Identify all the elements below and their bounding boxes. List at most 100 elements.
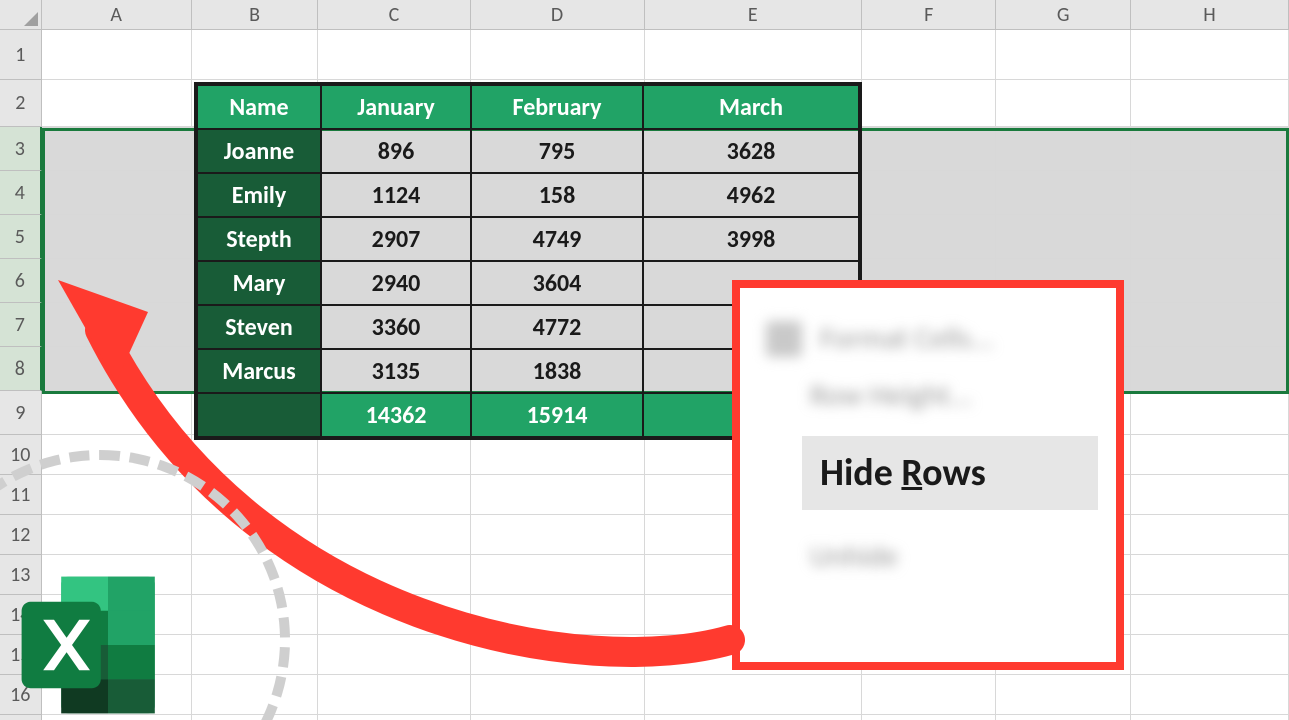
cell-D13[interactable]: [471, 555, 645, 595]
cell-A1[interactable]: [42, 30, 192, 80]
cell-H12[interactable]: [1131, 515, 1289, 555]
value-cell: 158: [471, 173, 643, 217]
row-header-5[interactable]: 5: [0, 215, 42, 259]
cell-C16[interactable]: [318, 675, 470, 715]
row-header-1[interactable]: 1: [0, 30, 42, 80]
cell-H14[interactable]: [1131, 595, 1289, 635]
column-header-H[interactable]: H: [1131, 0, 1289, 30]
cell-H4[interactable]: [1131, 171, 1289, 215]
cell-C17[interactable]: [318, 715, 470, 720]
spreadsheet-viewport: ABCDEFGH123456789101112131415161718 Name…: [0, 0, 1289, 720]
cell-A8[interactable]: [42, 347, 192, 391]
value-cell: 1838: [471, 349, 643, 393]
row-header-2[interactable]: 2: [0, 80, 42, 127]
column-header-D[interactable]: D: [471, 0, 645, 30]
cell-H3[interactable]: [1131, 127, 1289, 171]
cell-H15[interactable]: [1131, 635, 1289, 675]
cell-C10[interactable]: [318, 435, 470, 475]
cell-D12[interactable]: [471, 515, 645, 555]
cell-G1[interactable]: [996, 30, 1130, 80]
menu-item-hide-rows[interactable]: Hide Rows: [802, 436, 1098, 510]
cell-H17[interactable]: [1131, 715, 1289, 720]
cell-F5[interactable]: [862, 215, 996, 259]
cell-H9[interactable]: [1131, 391, 1289, 435]
cell-C13[interactable]: [318, 555, 470, 595]
menu-item-label: Unhide: [810, 538, 898, 575]
cell-H10[interactable]: [1131, 435, 1289, 475]
cell-A9[interactable]: [42, 391, 192, 435]
column-header-G[interactable]: G: [996, 0, 1130, 30]
cell-H5[interactable]: [1131, 215, 1289, 259]
cell-F2[interactable]: [862, 80, 996, 127]
cell-D17[interactable]: [471, 715, 645, 720]
cell-H7[interactable]: [1131, 303, 1289, 347]
cell-F16[interactable]: [862, 675, 996, 715]
cell-A6[interactable]: [42, 259, 192, 303]
value-cell: 795: [471, 129, 643, 173]
cell-C11[interactable]: [318, 475, 470, 515]
cell-H6[interactable]: [1131, 259, 1289, 303]
cell-G3[interactable]: [996, 127, 1130, 171]
cell-G4[interactable]: [996, 171, 1130, 215]
table-header-january: January: [321, 85, 471, 129]
column-header-B[interactable]: B: [192, 0, 319, 30]
cell-F3[interactable]: [862, 127, 996, 171]
value-cell: 3360: [321, 305, 471, 349]
name-cell: Marcus: [197, 349, 321, 393]
value-cell: 2907: [321, 217, 471, 261]
cell-A7[interactable]: [42, 303, 192, 347]
cell-G17[interactable]: [996, 715, 1130, 720]
cell-H13[interactable]: [1131, 555, 1289, 595]
cell-H1[interactable]: [1131, 30, 1289, 80]
table-header-name: Name: [197, 85, 321, 129]
cell-C15[interactable]: [318, 635, 470, 675]
column-header-E[interactable]: E: [645, 0, 862, 30]
format-cells-icon: [766, 321, 802, 357]
row-header-7[interactable]: 7: [0, 303, 42, 347]
row-header-9[interactable]: 9: [0, 391, 42, 435]
cell-G2[interactable]: [996, 80, 1130, 127]
cell-E17[interactable]: [645, 715, 862, 720]
cell-D15[interactable]: [471, 635, 645, 675]
cell-G16[interactable]: [996, 675, 1130, 715]
menu-item-row-height[interactable]: Row Height...: [802, 367, 1098, 424]
cell-F1[interactable]: [862, 30, 996, 80]
cell-C12[interactable]: [318, 515, 470, 555]
cell-F17[interactable]: [862, 715, 996, 720]
value-cell: 4749: [471, 217, 643, 261]
cell-B1[interactable]: [192, 30, 319, 80]
select-all-corner[interactable]: [0, 0, 42, 30]
menu-item-unhide[interactable]: Unhide: [802, 528, 1098, 585]
menu-item-label: Format Cells...: [820, 320, 994, 357]
cell-D16[interactable]: [471, 675, 645, 715]
value-cell: 1124: [321, 173, 471, 217]
cell-E16[interactable]: [645, 675, 862, 715]
cell-H16[interactable]: [1131, 675, 1289, 715]
cell-D10[interactable]: [471, 435, 645, 475]
cell-D11[interactable]: [471, 475, 645, 515]
cell-C14[interactable]: [318, 595, 470, 635]
cell-D1[interactable]: [471, 30, 645, 80]
row-header-3[interactable]: 3: [0, 127, 42, 171]
row-header-8[interactable]: 8: [0, 347, 42, 391]
cell-F4[interactable]: [862, 171, 996, 215]
cell-G5[interactable]: [996, 215, 1130, 259]
cell-A2[interactable]: [42, 80, 192, 127]
column-header-F[interactable]: F: [862, 0, 996, 30]
cell-C1[interactable]: [318, 30, 470, 80]
cell-E1[interactable]: [645, 30, 862, 80]
row-header-6[interactable]: 6: [0, 259, 42, 303]
cell-A4[interactable]: [42, 171, 192, 215]
menu-item-format-cells[interactable]: Format Cells...: [758, 310, 1098, 367]
cell-B10[interactable]: [192, 435, 319, 475]
cell-H11[interactable]: [1131, 475, 1289, 515]
cell-H2[interactable]: [1131, 80, 1289, 127]
column-header-C[interactable]: C: [318, 0, 470, 30]
cell-A5[interactable]: [42, 215, 192, 259]
row-header-4[interactable]: 4: [0, 171, 42, 215]
cell-D14[interactable]: [471, 595, 645, 635]
value-cell: 4962: [643, 173, 859, 217]
cell-A3[interactable]: [42, 127, 192, 171]
cell-H8[interactable]: [1131, 347, 1289, 391]
column-header-A[interactable]: A: [42, 0, 192, 30]
